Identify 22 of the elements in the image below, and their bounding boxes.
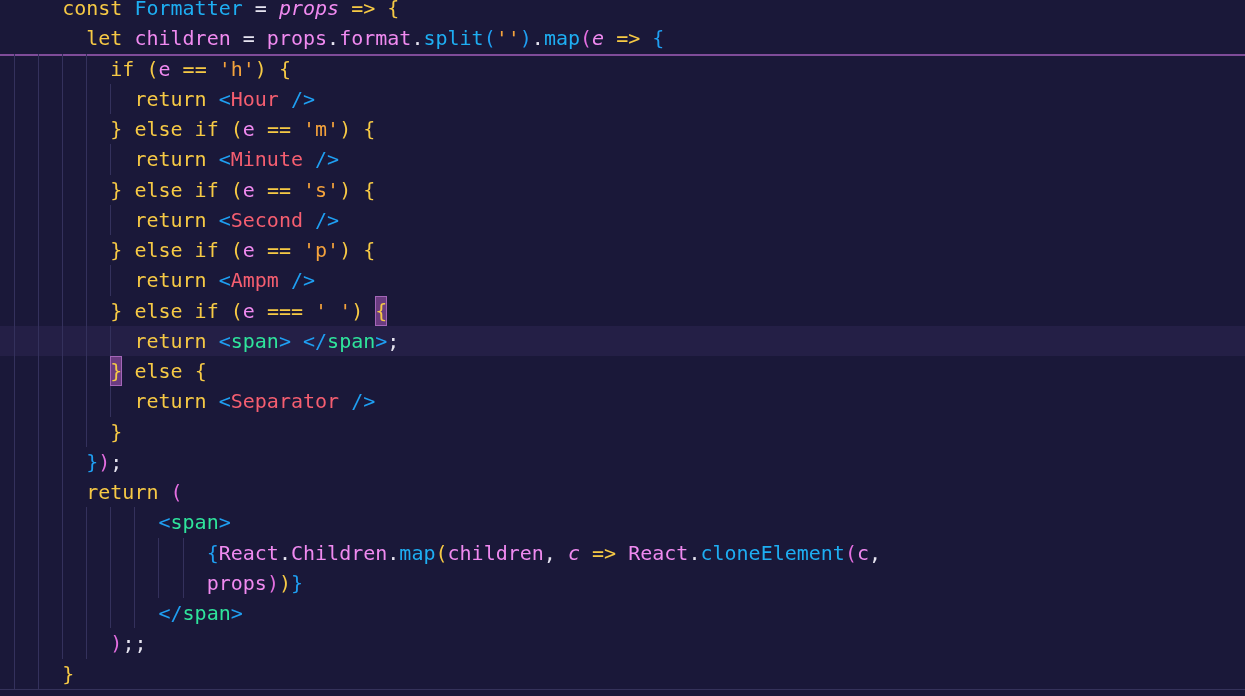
code-line: );; [0, 628, 1245, 659]
code-line: </span> [0, 598, 1245, 629]
code-line: } else if (e == 'p') { [0, 235, 1245, 266]
code-line: return <Second /> [0, 204, 1245, 235]
code-line: return <Separator /> [0, 386, 1245, 417]
code-line: } else { [0, 356, 1245, 387]
code-line: {React.Children.map(children, c => React.cloneElement(c, [0, 537, 1245, 568]
code-line: return ( [0, 477, 1245, 508]
code-line: let children = props.format.split('').map(e => { [85, 25, 666, 53]
code-line: } else if (e == 's') { [0, 174, 1245, 205]
code-line: <span> [0, 507, 1245, 538]
code-line: }); [0, 446, 1245, 477]
code-line: } [0, 416, 1245, 447]
code-line: } else if (e === ' ') { [0, 295, 1245, 326]
code-line: return <Minute /> [0, 144, 1245, 175]
code-line: const Formatter = props => { [61, 0, 401, 22]
code-line: props))} [0, 567, 1245, 598]
code-line: return <Ampm /> [0, 265, 1245, 296]
code-line: } else if (e == 'm') { [0, 114, 1245, 145]
code-line: } [0, 658, 1245, 689]
code-line: if (e == 'h') { [0, 53, 1245, 84]
code-line: return <Hour /> [0, 83, 1245, 114]
